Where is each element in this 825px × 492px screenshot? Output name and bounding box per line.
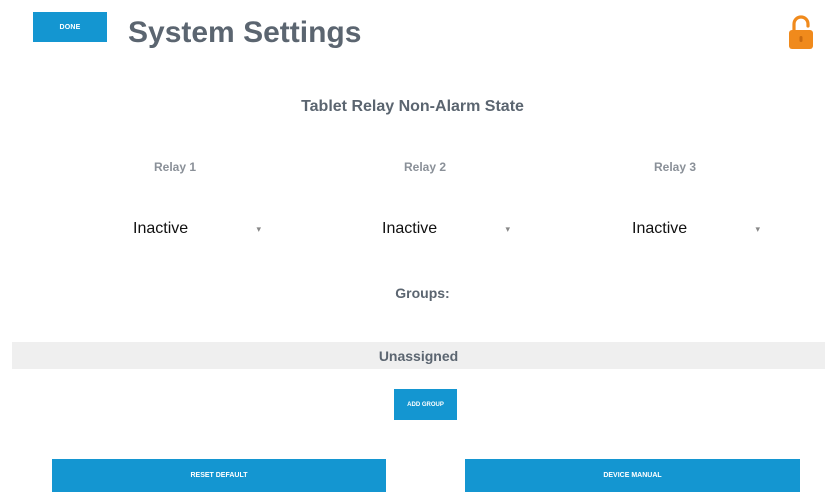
dropdown-caret-icon: ▾ [505, 223, 510, 234]
relay-1-value: Inactive [133, 220, 189, 237]
relay-3-value: Inactive [632, 220, 688, 237]
relay-2-label: Relay 2 [403, 160, 447, 174]
add-group-button[interactable]: ADD GROUP [394, 389, 457, 420]
device-manual-button[interactable]: DEVICE MANUAL [465, 459, 800, 492]
relay-2-value: Inactive [382, 220, 438, 237]
unlock-icon[interactable] [787, 14, 815, 50]
unassigned-group-row[interactable]: Unassigned [12, 342, 825, 369]
relay-3-label: Relay 3 [653, 160, 697, 174]
page-title: System Settings [128, 16, 362, 49]
dropdown-caret-icon: ▾ [256, 223, 261, 234]
relay-section-title: Tablet Relay Non-Alarm State [301, 98, 524, 115]
relay-3-select[interactable]: Inactive ▾ [632, 216, 762, 242]
dropdown-caret-icon: ▾ [755, 223, 760, 234]
relay-1-label: Relay 1 [153, 160, 197, 174]
groups-label: Groups: [395, 285, 450, 301]
unassigned-label: Unassigned [378, 347, 459, 364]
relay-2-select[interactable]: Inactive ▾ [382, 216, 512, 242]
reset-default-button[interactable]: RESET DEFAULT [52, 459, 386, 492]
done-button[interactable]: DONE [33, 12, 107, 42]
system-settings-screen: DONE System Settings Tablet Relay Non-Al… [0, 0, 825, 492]
relay-1-select[interactable]: Inactive ▾ [133, 216, 263, 242]
